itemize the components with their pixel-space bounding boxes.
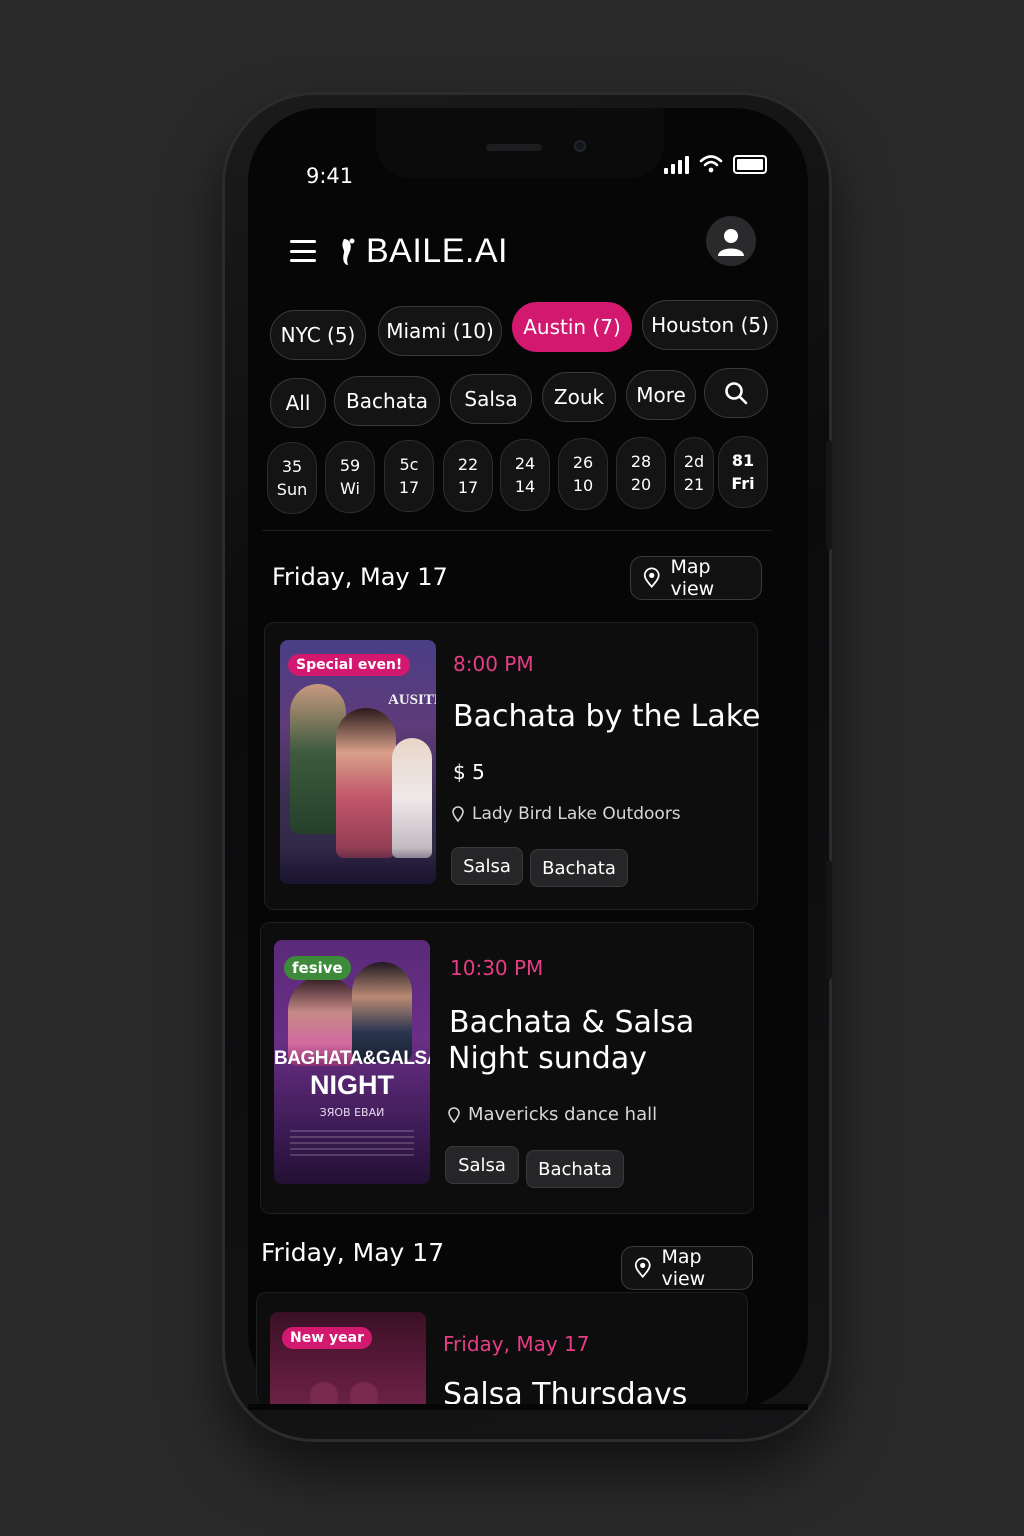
event-tag-bachata[interactable]: Bachata: [526, 1150, 624, 1188]
poster-figure-man: [352, 962, 412, 1062]
screen-bottom-edge: [248, 1404, 808, 1410]
search-button[interactable]: [704, 368, 768, 418]
event-location: Mavericks dance hall: [448, 1104, 657, 1125]
poster-figure-third: [392, 738, 432, 858]
speaker: [486, 144, 542, 151]
city-pill-austin[interactable]: Austin (7): [512, 302, 632, 352]
event-title-line1: Bachata & Salsa: [449, 1005, 695, 1040]
status-time: 9:41: [306, 164, 354, 188]
poster-fine-print: [290, 1130, 414, 1158]
event-badge: Special even!: [288, 654, 411, 676]
event-badge: New year: [282, 1327, 372, 1349]
section-date-title: Friday, May 17: [261, 1238, 445, 1267]
user-icon: [718, 229, 744, 256]
side-button: [826, 440, 832, 550]
event-time: Friday, May 17: [443, 1332, 590, 1356]
event-poster: AUSITH: [280, 640, 436, 884]
hamburger-icon[interactable]: [290, 240, 316, 262]
filter-salsa[interactable]: Salsa: [450, 374, 532, 424]
map-pin-icon: [448, 1106, 460, 1123]
day-chip-2[interactable]: 5c 17: [384, 440, 434, 512]
app-logo: BAILE.AI: [338, 232, 508, 271]
poster-figure-woman: [336, 708, 396, 858]
map-view-button[interactable]: Map view: [621, 1246, 753, 1290]
day-chip-0[interactable]: 35 Sun: [267, 442, 317, 514]
event-title-line2: Night sunday: [448, 1041, 647, 1076]
event-poster: [270, 1312, 426, 1404]
poster-city-text: AUSITH: [388, 692, 436, 708]
city-pill-nyc[interactable]: NYC (5): [270, 310, 366, 360]
day-chip-5[interactable]: 26 10: [558, 438, 608, 510]
event-time: 8:00 PM: [453, 652, 534, 676]
event-location: Lady Bird Lake Outdoors: [452, 804, 681, 824]
day-chip-1[interactable]: 59 Wi: [325, 441, 375, 513]
day-chip-7[interactable]: 2d 21: [674, 437, 714, 509]
map-pin-icon: [634, 1257, 651, 1279]
side-button-lower: [826, 860, 832, 980]
filter-zouk[interactable]: Zouk: [542, 372, 616, 422]
map-view-label: Map view: [670, 556, 715, 600]
status-icons: [664, 154, 767, 174]
poster-title-line2: NIGHT: [310, 1070, 394, 1100]
battery-icon: [733, 155, 767, 174]
filter-all[interactable]: All: [270, 378, 326, 428]
day-chip-6[interactable]: 28 20: [616, 437, 666, 509]
camera: [574, 140, 586, 152]
event-tag-bachata[interactable]: Bachata: [530, 849, 628, 887]
filter-more[interactable]: More: [626, 370, 696, 420]
notch: [376, 108, 664, 178]
map-view-label: Map view: [661, 1246, 706, 1290]
wifi-icon: [699, 155, 723, 173]
map-view-button[interactable]: Map view: [630, 556, 762, 600]
section-date-title: Friday, May 17: [272, 563, 448, 591]
event-location-label: Lady Bird Lake Outdoors: [472, 804, 681, 824]
map-pin-icon: [643, 567, 660, 589]
event-location-label: Mavericks dance hall: [468, 1104, 658, 1125]
map-pin-icon: [452, 806, 464, 822]
poster-title-line1: BAGHATA&GALSA: [274, 1048, 430, 1069]
filter-bachata[interactable]: Bachata: [334, 376, 440, 426]
city-pill-houston[interactable]: Houston (5): [642, 300, 778, 350]
event-price: $ 5: [453, 760, 485, 784]
day-chip-8[interactable]: 81 Fri: [718, 436, 768, 508]
profile-button[interactable]: [706, 216, 756, 266]
divider: [262, 530, 772, 531]
search-icon: [725, 382, 748, 405]
footprint-icon: [342, 238, 355, 265]
app-name: BAILE.AI: [366, 232, 508, 270]
event-time: 10:30 PM: [450, 956, 544, 980]
signal-icon: [664, 154, 689, 174]
poster-title-line3: ЗЯОВ ЕВАИ: [319, 1106, 385, 1119]
day-chip-4[interactable]: 24 14: [500, 439, 550, 511]
event-badge: fesive: [284, 956, 351, 980]
day-chip-3[interactable]: 22 17: [443, 440, 493, 512]
event-title: Bachata by the Lake: [453, 699, 761, 734]
city-pill-miami[interactable]: Miami (10): [378, 306, 502, 356]
event-tag-salsa[interactable]: Salsa: [445, 1146, 519, 1184]
event-tag-salsa[interactable]: Salsa: [451, 847, 523, 885]
